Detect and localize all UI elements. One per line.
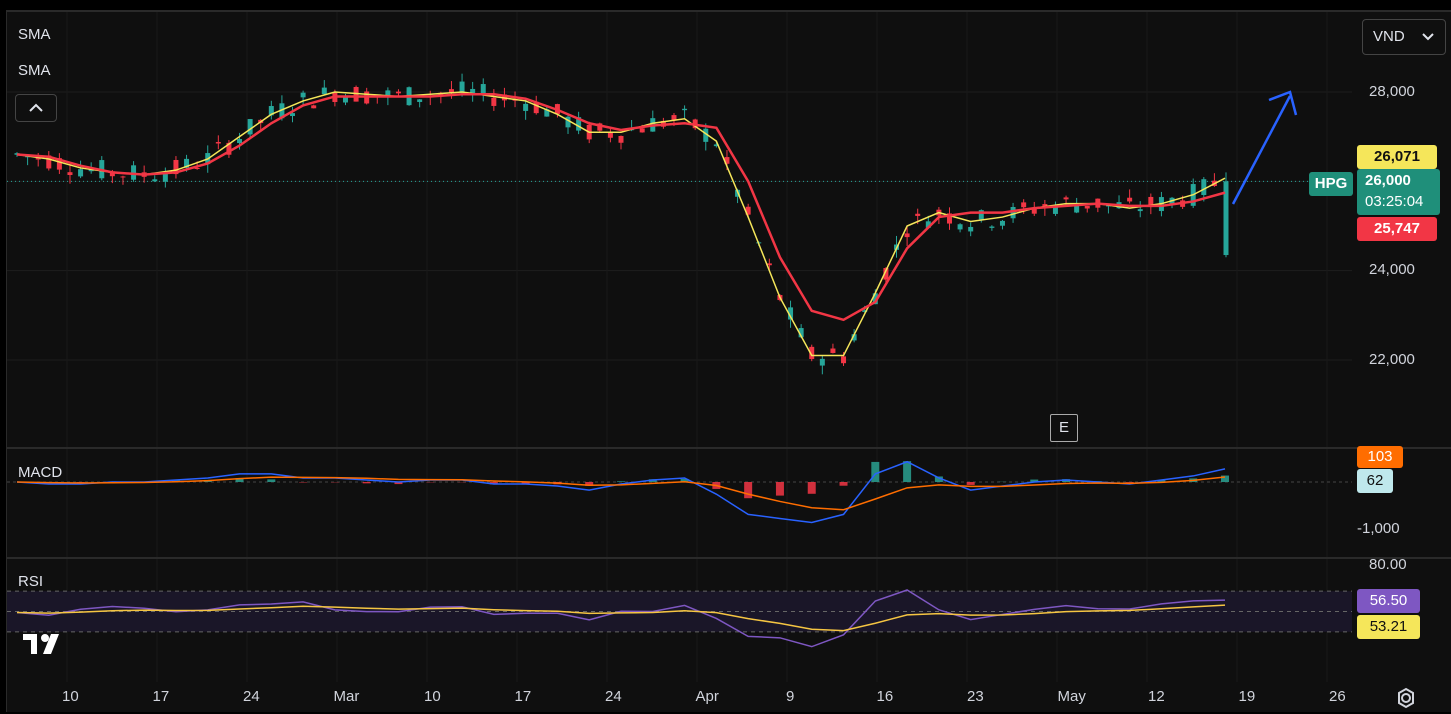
candle-body	[1064, 197, 1069, 199]
chart-canvas[interactable]	[7, 12, 1451, 714]
candle-body	[958, 224, 963, 229]
time-tick: 17	[153, 688, 170, 705]
macd-hist-bar	[903, 461, 911, 482]
time-tick: 10	[424, 688, 441, 705]
candle-body	[163, 174, 168, 182]
time-tick: 24	[243, 688, 260, 705]
candle-body	[1201, 179, 1206, 195]
time-tick: 17	[515, 688, 532, 705]
time-tick: Mar	[334, 688, 360, 705]
tradingview-logo-icon	[23, 632, 71, 658]
candle-body	[417, 99, 422, 102]
currency-label: VND	[1373, 28, 1405, 45]
macd-hist-bar	[776, 482, 784, 496]
sma-slow-line	[17, 94, 1225, 320]
candle-body	[830, 349, 835, 353]
time-tick: 19	[1239, 688, 1256, 705]
macd-hist-bar	[1126, 482, 1134, 483]
time-tick: 24	[605, 688, 622, 705]
macd-indicator-label[interactable]: MACD	[18, 464, 62, 481]
symbol-tag: HPG	[1309, 172, 1353, 196]
earnings-marker[interactable]: E	[1050, 414, 1078, 442]
bar-countdown: 03:25:04	[1365, 193, 1423, 210]
annotation-arrow-line	[1233, 96, 1290, 204]
macd-hist-bar	[967, 482, 975, 485]
candle-body	[120, 176, 125, 177]
macd-hist-bar	[871, 462, 879, 482]
candle-body	[322, 88, 327, 95]
candle-body	[481, 84, 486, 94]
macd-signal-tag: 103	[1357, 446, 1403, 468]
macd-hist-bar	[744, 482, 752, 498]
candle-body	[396, 92, 401, 94]
candle-body	[989, 227, 994, 228]
candle-body	[248, 119, 253, 134]
currency-select[interactable]: VND	[1362, 19, 1446, 55]
macd-tick-minus1000: -1,000	[1357, 520, 1400, 537]
time-tick: 23	[967, 688, 984, 705]
collapse-indicators-button[interactable]	[15, 94, 57, 122]
macd-hist-bar	[840, 482, 848, 486]
candle-body	[311, 105, 316, 108]
macd-hist-bar	[808, 482, 816, 494]
candle-body	[841, 356, 846, 363]
price-tick-24000: 24,000	[1369, 261, 1415, 278]
candle-body	[1000, 221, 1005, 226]
last-price-tag: 26,000 03:25:04	[1357, 169, 1440, 215]
price-tick-28000: 28,000	[1369, 83, 1415, 100]
chart-frame: SMA SMA VND E MACD RSI 28,000 24,000 22,…	[6, 10, 1451, 712]
time-tick: 26	[1329, 688, 1346, 705]
price-tick-22000: 22,000	[1369, 351, 1415, 368]
candle-body	[1138, 209, 1143, 211]
candle-body	[460, 82, 465, 93]
time-tick: 9	[786, 688, 794, 705]
candle-body	[523, 104, 528, 111]
macd-hist-bar	[617, 481, 625, 482]
candle-body	[619, 136, 624, 143]
sma-fast-price-tag: 26,071	[1357, 145, 1437, 169]
sma-indicator-label-2[interactable]: SMA	[18, 62, 51, 79]
candle-body	[491, 98, 496, 106]
candle-body	[905, 233, 910, 237]
settings-gear-icon[interactable]	[1395, 687, 1417, 709]
candle-body	[820, 359, 825, 366]
sma-indicator-label-1[interactable]: SMA	[18, 26, 51, 43]
candle-body	[152, 179, 157, 181]
candle-body	[78, 169, 83, 176]
candle-body	[67, 172, 72, 175]
macd-line	[17, 462, 1225, 523]
rsi-value-tag: 56.50	[1357, 589, 1420, 613]
macd-hist-tag: 62	[1357, 469, 1393, 493]
last-price-value: 26,000	[1365, 172, 1411, 189]
candle-body	[968, 227, 973, 231]
time-tick: Apr	[696, 688, 719, 705]
rsi-tick-80: 80.00	[1369, 556, 1407, 573]
candle-body	[301, 93, 306, 98]
candle-body	[1127, 198, 1132, 202]
candle-body	[682, 109, 687, 110]
candle-body	[1085, 206, 1090, 209]
macd-hist-bar	[363, 482, 371, 483]
rsi-ma-tag: 53.21	[1357, 615, 1420, 639]
rsi-indicator-label[interactable]: RSI	[18, 573, 43, 590]
macd-hist-bar	[267, 479, 275, 482]
chevron-up-icon	[16, 95, 56, 121]
time-tick: 10	[62, 688, 79, 705]
time-tick: 16	[877, 688, 894, 705]
sma-slow-price-tag: 25,747	[1357, 217, 1437, 241]
candle-body	[237, 139, 242, 143]
chevron-down-icon	[1421, 31, 1435, 43]
time-tick: 12	[1148, 688, 1165, 705]
sma-fast-line	[17, 92, 1225, 356]
candle-body	[640, 128, 645, 132]
time-tick: May	[1058, 688, 1086, 705]
candle-body	[1011, 207, 1016, 218]
candle-body	[216, 142, 221, 143]
candle-body	[915, 214, 920, 216]
candle-body	[1021, 202, 1026, 207]
candle-body	[608, 133, 613, 138]
